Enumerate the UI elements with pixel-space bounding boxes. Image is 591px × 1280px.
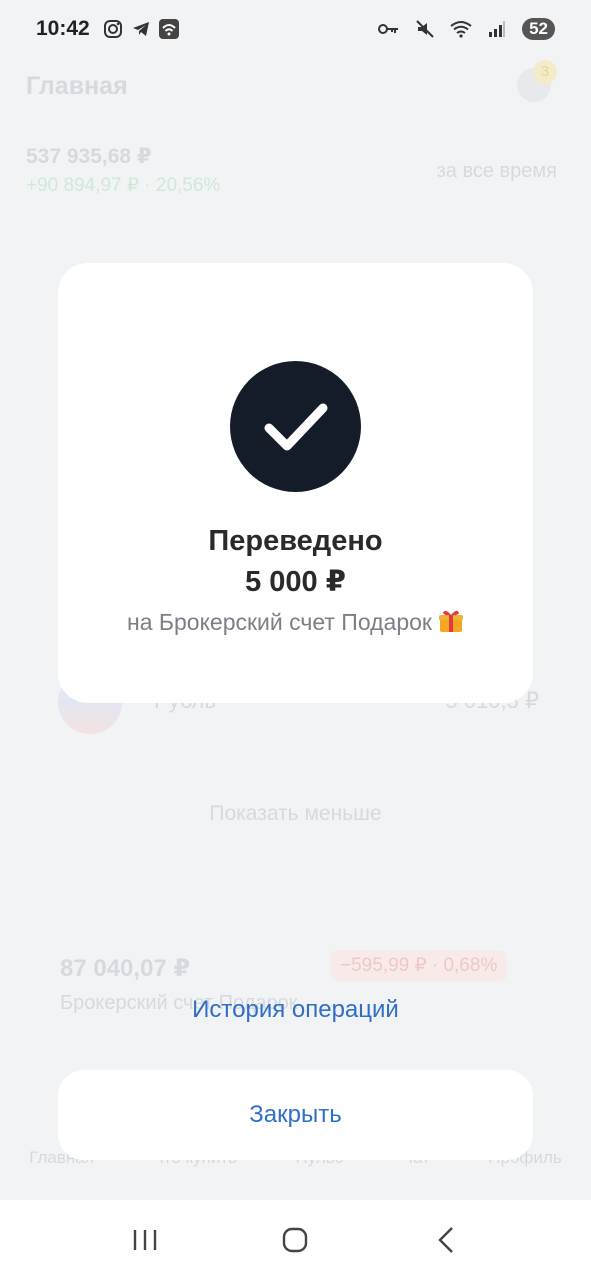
back-icon[interactable]	[426, 1220, 466, 1260]
portfolio-total: 537 935,68 ₽	[26, 145, 152, 168]
telegram-icon	[130, 18, 152, 40]
destination-text: на Брокерский счет Подарок	[127, 609, 432, 635]
transfer-destination: на Брокерский счет Подарок	[58, 608, 533, 636]
gift-icon	[438, 608, 464, 634]
show-less-link: Показать меньше	[209, 802, 382, 825]
key-icon	[378, 18, 400, 40]
checkmark-icon	[230, 361, 361, 492]
portfolio-gain: +90 894,97 ₽ · 20,56%	[26, 175, 221, 196]
battery-badge: 52	[522, 18, 555, 40]
wifi-box-icon	[158, 18, 180, 40]
instagram-icon	[102, 18, 124, 40]
account-value: 87 040,07 ₽	[60, 955, 191, 982]
home-icon[interactable]	[275, 1220, 315, 1260]
status-bar: 10:42 52	[0, 0, 591, 58]
period-selector: за все время	[436, 160, 557, 182]
success-title: Переведено	[208, 525, 383, 557]
close-button[interactable]: Закрыть	[58, 1070, 533, 1160]
wifi-icon	[450, 18, 472, 40]
account-change: −595,99 ₽ · 0,68%	[330, 950, 508, 981]
mute-icon	[414, 18, 436, 40]
notification-badge: 3	[533, 60, 557, 84]
history-link[interactable]: История операций	[0, 996, 591, 1024]
recent-apps-icon[interactable]	[125, 1220, 165, 1260]
signal-icon	[486, 18, 508, 40]
success-dialog: Переведено 5 000 ₽ на Брокерский счет По…	[58, 263, 533, 703]
system-nav-bar	[0, 1200, 591, 1280]
status-time: 10:42	[36, 17, 90, 40]
page-title: Главная	[26, 72, 128, 100]
transfer-amount: 5 000 ₽	[245, 566, 346, 598]
